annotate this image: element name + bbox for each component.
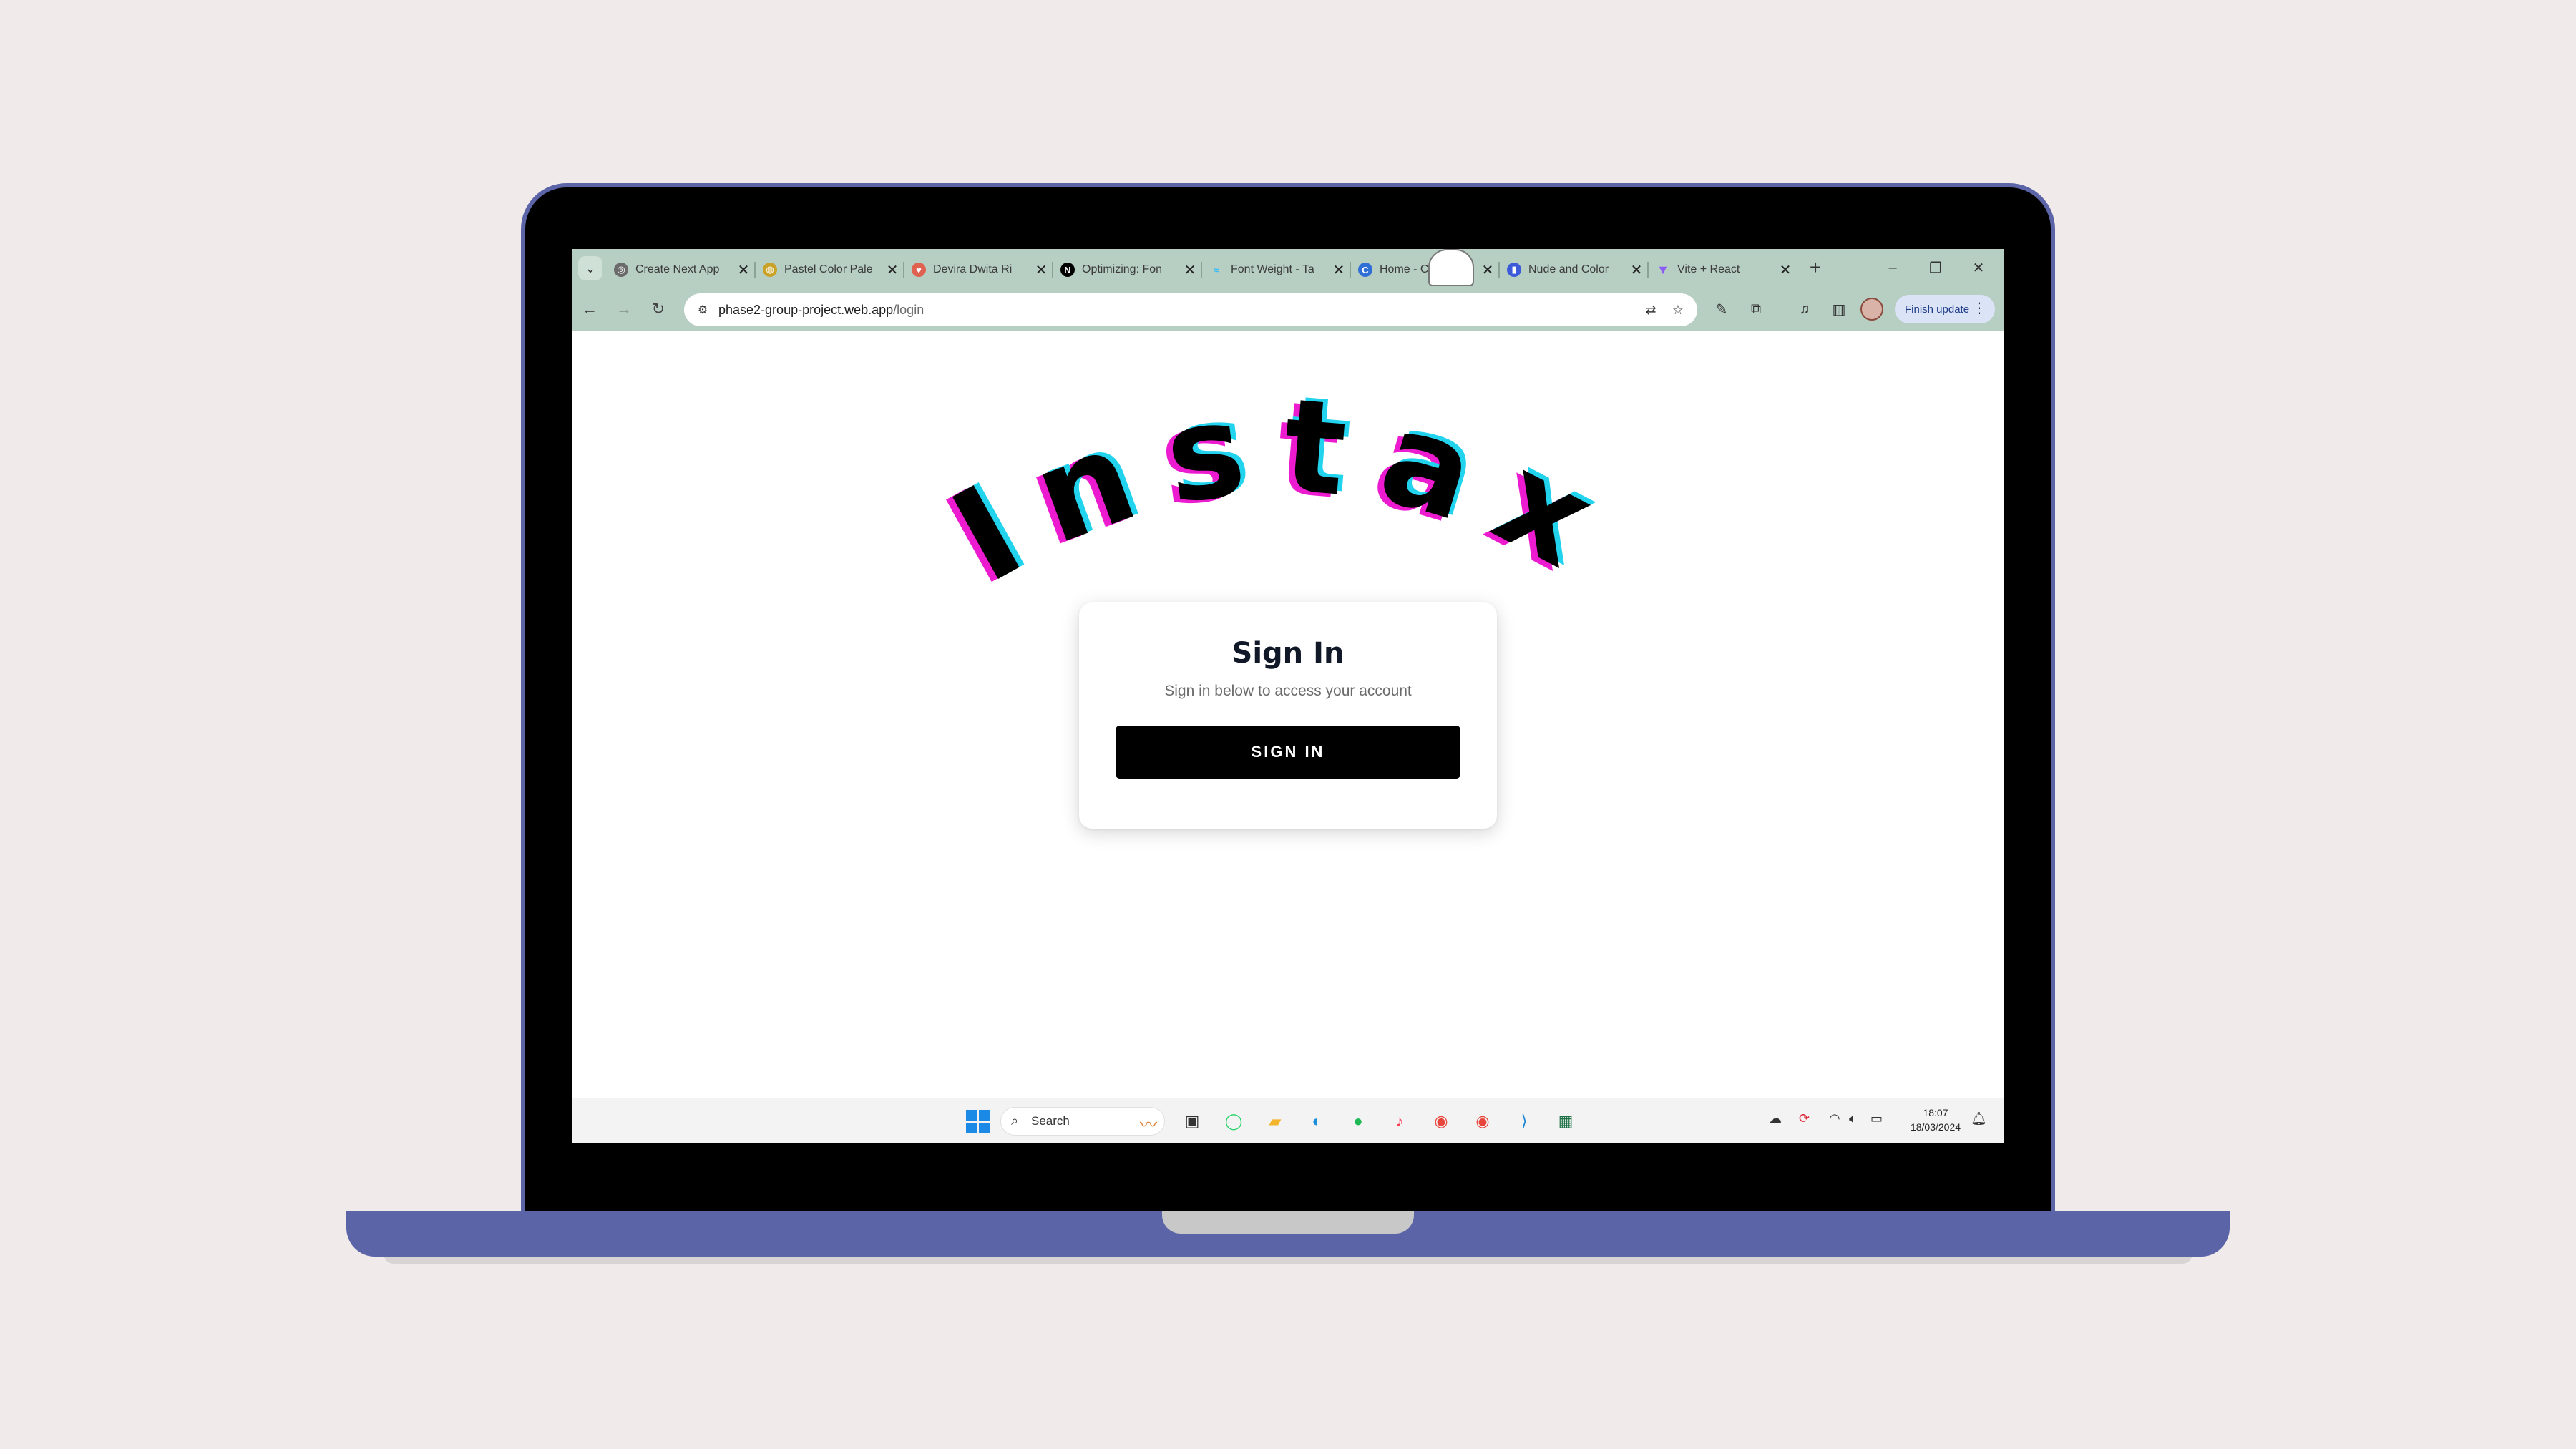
tab-title: Vite + React bbox=[1677, 263, 1740, 275]
chrome-icon[interactable]: ◉ bbox=[1427, 1107, 1455, 1136]
taskbar-clock[interactable]: 18:07 18/03/2024 bbox=[1905, 1106, 1966, 1134]
tab-title: Nude and Color bbox=[1528, 263, 1609, 275]
sync-icon[interactable]: ⟳ bbox=[1799, 1111, 1810, 1126]
close-window-icon[interactable]: ✕ bbox=[1961, 253, 1996, 282]
tab-separator bbox=[1052, 262, 1053, 278]
tab-title: Pastel Color Pale bbox=[784, 263, 873, 275]
translate-icon[interactable]: ⇄ bbox=[1641, 301, 1660, 319]
close-icon[interactable]: ✕ bbox=[1035, 261, 1048, 279]
taskbar-search-label: Search bbox=[1031, 1114, 1070, 1128]
side-panel-icon[interactable]: ▥ bbox=[1826, 296, 1852, 322]
tab-create-next-app[interactable]: ◎ Create Next App ✕ bbox=[608, 253, 756, 286]
windows-start-icon[interactable] bbox=[963, 1107, 992, 1136]
nextjs-icon: N bbox=[1060, 263, 1075, 277]
task-view-icon[interactable]: ▣ bbox=[1178, 1107, 1206, 1136]
address-bar[interactable]: ⚙ phase2-group-project.web.app/login ⇄ ☆ bbox=[684, 293, 1697, 326]
finish-update-label: Finish update bbox=[1905, 303, 1970, 316]
close-icon[interactable]: ✕ bbox=[1630, 261, 1643, 279]
close-icon[interactable]: ✕ bbox=[1779, 261, 1792, 279]
eyedropper-extension-icon[interactable]: ✎ bbox=[1709, 296, 1735, 322]
signin-subtitle: Sign in below to access your account bbox=[1164, 683, 1412, 699]
restore-icon[interactable]: ❐ bbox=[1918, 253, 1953, 282]
vite-icon: ▼ bbox=[1657, 262, 1669, 277]
reload-icon[interactable]: ↻ bbox=[645, 296, 671, 322]
profile-avatar[interactable] bbox=[1860, 298, 1883, 321]
windows-logo bbox=[965, 1109, 990, 1133]
page-content: Instax Instax Instax Sign In Sign in bel… bbox=[572, 331, 2004, 1098]
onedrive-icon[interactable]: ☁ bbox=[1769, 1111, 1782, 1126]
clock-date: 18/03/2024 bbox=[1910, 1121, 1961, 1133]
edge-icon[interactable]: ◐ bbox=[1302, 1107, 1331, 1136]
notification-bell-icon[interactable]: 🔔︎ bbox=[1971, 1111, 1987, 1126]
new-tab-button[interactable]: + bbox=[1803, 253, 1828, 282]
bookmark-icon: ▮ bbox=[1507, 263, 1521, 277]
tab-optimizing-fonts[interactable]: N Optimizing: Fon ✕ bbox=[1055, 253, 1202, 286]
wifi-icon[interactable]: ◠ bbox=[1829, 1111, 1840, 1126]
search-highlight-icon: 〰 bbox=[1140, 1116, 1157, 1135]
signin-card: Sign In Sign in below to access your acc… bbox=[1079, 602, 1497, 829]
file-explorer-icon[interactable]: ▰ bbox=[1261, 1107, 1289, 1136]
tab-vite-react[interactable]: ▼ Vite + React ✕ bbox=[1650, 253, 1797, 286]
tab-devira[interactable]: ♥ Devira Dwita Ri ✕ bbox=[906, 253, 1053, 286]
media-controls-icon[interactable]: ♫ bbox=[1792, 296, 1818, 322]
tab-mascot-icon bbox=[1428, 249, 1474, 286]
music-icon[interactable]: ♪ bbox=[1385, 1107, 1414, 1136]
excel-icon[interactable]: ▦ bbox=[1551, 1107, 1580, 1136]
volume-icon[interactable]: 🔈︎ bbox=[1849, 1111, 1857, 1126]
chevron-down-icon: ⌄ bbox=[585, 260, 596, 275]
search-icon: ⌕ bbox=[1011, 1113, 1019, 1128]
page-title: Sign In bbox=[1231, 637, 1345, 670]
tailwind-icon: ≈ bbox=[1214, 264, 1219, 275]
forward-arrow-icon[interactable]: → bbox=[611, 296, 637, 322]
close-icon[interactable]: ✕ bbox=[1481, 261, 1494, 279]
browser-toolbar: ← → ↻ ⚙ phase2-group-project.web.app/log… bbox=[572, 288, 2004, 331]
tab-font-weight[interactable]: ≈ Font Weight - Ta ✕ bbox=[1204, 253, 1351, 286]
site-settings-icon[interactable]: ⚙ bbox=[694, 301, 711, 318]
more-vert-icon[interactable]: ⋮ bbox=[1972, 299, 1986, 317]
tab-title: Create Next App bbox=[635, 263, 720, 275]
url-path: /login bbox=[893, 302, 924, 317]
canva-icon: C bbox=[1358, 263, 1372, 277]
close-icon[interactable]: ✕ bbox=[1332, 261, 1345, 279]
url-host: phase2-group-project.web.app bbox=[718, 302, 894, 317]
back-arrow-icon[interactable]: ← bbox=[577, 296, 602, 322]
close-icon[interactable]: ✕ bbox=[1184, 261, 1196, 279]
tab-separator bbox=[754, 262, 756, 278]
tab-home-canva[interactable]: C Home - Canva ✕ bbox=[1352, 253, 1500, 286]
tab-separator bbox=[903, 262, 904, 278]
spotify-icon[interactable]: ● bbox=[1344, 1107, 1372, 1136]
tab-separator bbox=[1350, 262, 1351, 278]
tab-title: Devira Dwita Ri bbox=[933, 263, 1013, 275]
chrome-profile-icon[interactable]: ◉ bbox=[1468, 1107, 1497, 1136]
close-icon[interactable]: ✕ bbox=[737, 261, 750, 279]
vscode-icon[interactable]: ⟩ bbox=[1510, 1107, 1538, 1136]
tab-separator bbox=[1647, 262, 1649, 278]
tab-separator bbox=[1498, 262, 1500, 278]
palette-icon: ◍ bbox=[763, 263, 777, 277]
tab-title: Optimizing: Fon bbox=[1082, 263, 1163, 275]
tab-search-button[interactable]: ⌄ bbox=[578, 256, 602, 280]
tab-nude-and-color[interactable]: ▮ Nude and Color ✕ bbox=[1501, 253, 1649, 286]
extensions-puzzle-icon[interactable]: ⧉ bbox=[1743, 296, 1769, 322]
taskbar-search[interactable]: ⌕ Search 〰 bbox=[1000, 1107, 1165, 1136]
bookmark-star-icon[interactable]: ☆ bbox=[1669, 301, 1687, 319]
minimize-icon[interactable]: – bbox=[1875, 253, 1911, 282]
windows-taskbar: ⌕ Search 〰 ▣ ◯ ▰ ◐ ● ♪ ◉ ◉ ⟩ ▦ ☁ ⟳ ◠ 🔈︎ … bbox=[572, 1098, 2004, 1143]
battery-icon[interactable]: ▭ bbox=[1870, 1111, 1883, 1126]
globe-icon: ◎ bbox=[614, 263, 628, 277]
tab-title: Font Weight - Ta bbox=[1231, 263, 1314, 275]
finish-update-button[interactable]: Finish update ⋮ bbox=[1895, 295, 1995, 323]
instax-logo: Instax Instax Instax bbox=[924, 368, 1618, 614]
tab-separator bbox=[1201, 262, 1202, 278]
laptop-notch bbox=[1162, 1211, 1414, 1234]
heart-icon: ♥ bbox=[912, 263, 926, 277]
tab-pastel-color-palette[interactable]: ◍ Pastel Color Pale ✕ bbox=[757, 253, 904, 286]
clock-time: 18:07 bbox=[1923, 1107, 1948, 1118]
browser-tab-strip: ⌄ ◎ Create Next App ✕ ◍ Pastel Color Pal… bbox=[572, 249, 2004, 288]
sign-in-button[interactable]: SIGN IN bbox=[1116, 726, 1460, 779]
whatsapp-icon[interactable]: ◯ bbox=[1219, 1107, 1248, 1136]
close-icon[interactable]: ✕ bbox=[886, 261, 899, 279]
laptop-screen: ⌄ ◎ Create Next App ✕ ◍ Pastel Color Pal… bbox=[572, 249, 2004, 1143]
